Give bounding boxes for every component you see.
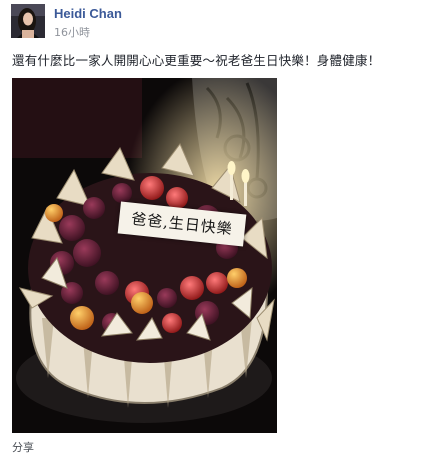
avatar-image: [11, 4, 45, 38]
post-timestamp[interactable]: 16小時: [54, 24, 90, 40]
avatar[interactable]: [11, 4, 45, 38]
birthday-cake-photo: [12, 78, 277, 433]
post-photo[interactable]: 爸爸,生日快樂: [12, 78, 277, 433]
author-name[interactable]: Heidi Chan: [54, 6, 122, 21]
post-message: 還有什麼比一家人開開心心更重要～祝老爸生日快樂！身體健康！: [12, 53, 381, 68]
facebook-post: Heidi Chan 16小時 還有什麼比一家人開開心心更重要～祝老爸生日快樂！…: [0, 0, 425, 454]
